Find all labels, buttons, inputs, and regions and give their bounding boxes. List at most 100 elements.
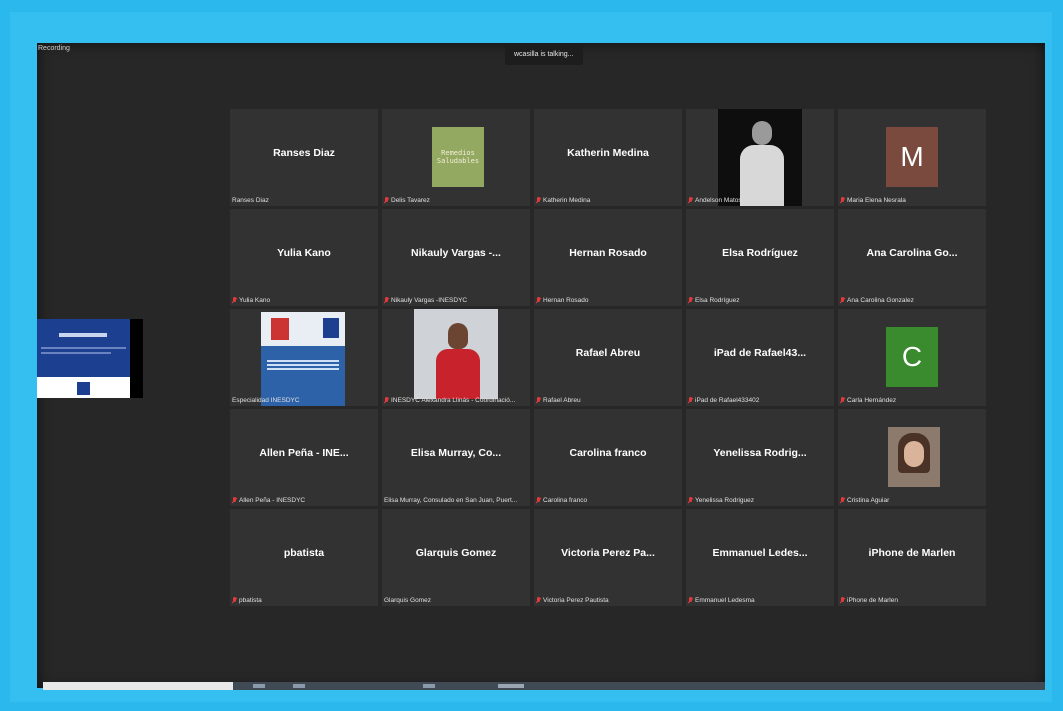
muted-mic-icon: [536, 197, 541, 204]
participant-name-label: Ranses Diaz: [232, 197, 376, 204]
taskbar-search[interactable]: [43, 682, 233, 690]
profile-photo: [414, 309, 498, 399]
muted-mic-icon: [688, 197, 693, 204]
muted-mic-icon: [688, 497, 693, 504]
participant-display-name: Yenelissa Rodrig...: [713, 447, 807, 459]
participant-tile[interactable]: iPad de Rafael43... iPad de Rafael433402: [686, 309, 834, 406]
taskbar-app-icon[interactable]: [423, 684, 435, 688]
participant-tile[interactable]: Emmanuel Ledes... Emmanuel Ledesma: [686, 509, 834, 606]
participant-name-text: Emmanuel Ledesma: [695, 597, 755, 604]
participant-tile[interactable]: Katherin Medina Katherin Medina: [534, 109, 682, 206]
participant-tile[interactable]: Victoria Perez Pa... Victoria Perez Pauti…: [534, 509, 682, 606]
shared-document-preview: [37, 319, 130, 398]
muted-mic-icon: [840, 197, 845, 204]
participant-display-name: Elisa Murray, Co...: [410, 447, 502, 459]
participant-name-text: Yenelissa Rodriguez: [695, 497, 755, 504]
participant-tile[interactable]: INESDYC Alexandra Llinás - Coordinació..…: [382, 309, 530, 406]
participant-name-text: Nikauly Vargas -INESDYC: [391, 297, 468, 304]
participant-display-name: Katherin Medina: [567, 147, 649, 159]
participant-name-text: pbatista: [239, 597, 262, 604]
participant-display-name: iPhone de Marlen: [868, 547, 956, 559]
muted-mic-icon: [384, 397, 389, 404]
participant-tile[interactable]: Glarquis Gomez Glarquis Gomez: [382, 509, 530, 606]
participant-tile[interactable]: Nikauly Vargas -... Nikauly Vargas -INESD…: [382, 209, 530, 306]
participant-gallery: Ranses Diaz Ranses Diaz Remedios Saludable…: [230, 109, 986, 606]
muted-mic-icon: [536, 297, 541, 304]
participant-tile[interactable]: M Maria Elena Nesrala: [838, 109, 986, 206]
participant-tile[interactable]: Allen Peña - INE... Allen Peña - INESDYC: [230, 409, 378, 506]
participant-tile[interactable]: iPhone de Marlen iPhone de Marlen: [838, 509, 986, 606]
participant-display-name: Elsa Rodríguez: [722, 247, 798, 259]
participant-tile[interactable]: pbatista pbatista: [230, 509, 378, 606]
participant-tile[interactable]: Hernan Rosado Hernan Rosado: [534, 209, 682, 306]
participant-tile[interactable]: Elisa Murray, Co... Elisa Murray, Consula…: [382, 409, 530, 506]
muted-mic-icon: [840, 297, 845, 304]
participant-name-label: Emmanuel Ledesma: [688, 597, 832, 604]
participant-display-name: Ana Carolina Go...: [866, 247, 958, 259]
participant-tile[interactable]: Cristina Aguiar: [838, 409, 986, 506]
participant-display-name: Emmanuel Ledes...: [712, 547, 808, 559]
muted-mic-icon: [840, 497, 845, 504]
participant-name-label: Yulia Kano: [232, 297, 376, 304]
taskbar-app-icon[interactable]: [293, 684, 305, 688]
participant-tile[interactable]: Andelson Matos: [686, 109, 834, 206]
participant-name-label: Maria Elena Nesrala: [840, 197, 984, 204]
participant-name-label: Carolina franco: [536, 497, 680, 504]
participant-name-label: Ana Carolina Gonzalez: [840, 297, 984, 304]
participant-name-label: Nikauly Vargas -INESDYC: [384, 297, 528, 304]
participant-name-text: INESDYC Alexandra Llinás - Coordinació..…: [391, 397, 516, 404]
participant-display-name: iPad de Rafael43...: [713, 347, 807, 359]
participant-name-label: Delis Tavarez: [384, 197, 528, 204]
participant-name-label: Elsa Rodríguez: [688, 297, 832, 304]
participant-tile[interactable]: Elsa Rodríguez Elsa Rodríguez: [686, 209, 834, 306]
participant-tile[interactable]: Yulia Kano Yulia Kano: [230, 209, 378, 306]
muted-mic-icon: [536, 497, 541, 504]
participant-name-label: iPhone de Marlen: [840, 597, 984, 604]
profile-picture: Remedios Saludables: [432, 127, 484, 187]
screen-share-thumbnail[interactable]: [37, 319, 143, 398]
participant-name-label: Katherin Medina: [536, 197, 680, 204]
participant-tile[interactable]: Ana Carolina Go... Ana Carolina Gonzalez: [838, 209, 986, 306]
participant-name-label: Andelson Matos: [688, 197, 832, 204]
muted-mic-icon: [536, 397, 541, 404]
participant-tile[interactable]: Especialidad INESDYC: [230, 309, 378, 406]
participant-display-name: Hernan Rosado: [569, 247, 647, 259]
participant-display-name: Yulia Kano: [277, 247, 331, 259]
muted-mic-icon: [232, 497, 237, 504]
muted-mic-icon: [840, 397, 845, 404]
participant-tile[interactable]: Remedios Saludables Delis Tavarez: [382, 109, 530, 206]
participant-display-name: Ranses Diaz: [273, 147, 335, 159]
participant-name-label: Victoria Perez Pautista: [536, 597, 680, 604]
participant-name-text: Glarquis Gomez: [384, 597, 431, 604]
participant-name-text: Carolina franco: [543, 497, 588, 504]
muted-mic-icon: [688, 397, 693, 404]
participant-tile[interactable]: Rafael Abreu Rafael Abreu: [534, 309, 682, 406]
participant-display-name: Glarquis Gomez: [415, 547, 497, 559]
participant-display-name: Victoria Perez Pa...: [561, 547, 655, 559]
muted-mic-icon: [536, 597, 541, 604]
participant-name-text: Victoria Perez Pautista: [543, 597, 609, 604]
taskbar-app-icon[interactable]: [253, 684, 265, 688]
participant-name-label: Glarquis Gomez: [384, 597, 528, 604]
muted-mic-icon: [840, 597, 845, 604]
participant-name-text: Ana Carolina Gonzalez: [847, 297, 914, 304]
letter-avatar: C: [886, 327, 938, 387]
profile-photo: [888, 427, 940, 487]
participant-name-text: iPhone de Marlen: [847, 597, 898, 604]
taskbar-app-icon[interactable]: [498, 684, 524, 688]
participant-name-text: Elsa Rodríguez: [695, 297, 740, 304]
participant-name-label: Allen Peña - INESDYC: [232, 497, 376, 504]
participant-name-label: Cristina Aguiar: [840, 497, 984, 504]
participant-name-text: Katherin Medina: [543, 197, 591, 204]
participant-tile[interactable]: Carolina franco Carolina franco: [534, 409, 682, 506]
participant-display-name: Nikauly Vargas -...: [411, 247, 501, 259]
muted-mic-icon: [688, 297, 693, 304]
participant-name-label: pbatista: [232, 597, 376, 604]
participant-name-text: Especialidad INESDYC: [232, 397, 300, 404]
participant-name-text: Ranses Diaz: [232, 197, 269, 204]
muted-mic-icon: [232, 297, 237, 304]
participant-tile[interactable]: Ranses Diaz Ranses Diaz: [230, 109, 378, 206]
participant-tile[interactable]: Yenelissa Rodrig... Yenelissa Rodriguez: [686, 409, 834, 506]
participant-tile[interactable]: C Carla Hernández: [838, 309, 986, 406]
participant-name-text: Yulia Kano: [239, 297, 271, 304]
